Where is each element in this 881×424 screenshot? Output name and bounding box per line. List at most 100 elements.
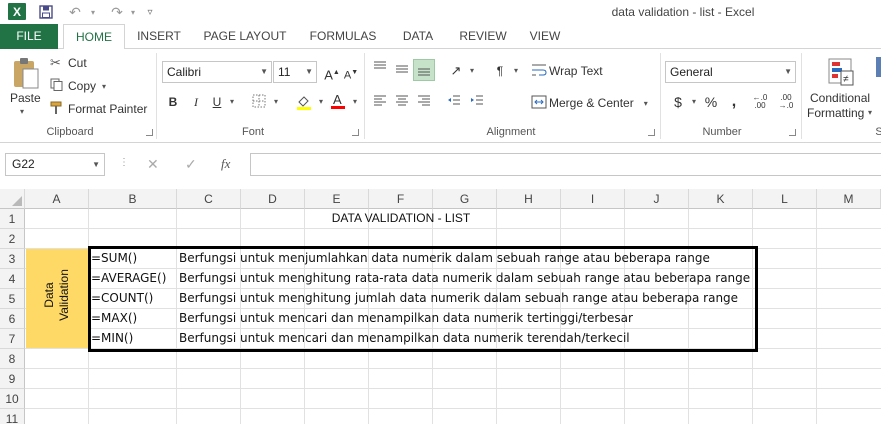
column-header-h[interactable]: H (497, 189, 561, 209)
number-launcher-icon[interactable] (789, 129, 796, 136)
underline-dropdown-icon[interactable]: ▾ (224, 94, 240, 110)
name-box-dropdown-icon[interactable]: ▼ (92, 154, 100, 175)
conditional-formatting-label-2[interactable]: Formatting (807, 106, 864, 120)
tab-review[interactable]: REVIEW (453, 24, 513, 49)
italic-icon[interactable]: I (188, 94, 204, 110)
comma-style-icon[interactable]: , (726, 94, 742, 110)
clipboard-launcher-icon[interactable] (146, 129, 153, 136)
fill-color-icon[interactable] (296, 94, 312, 110)
merge-center-button[interactable]: Merge & Center ▾ (531, 95, 648, 111)
number-format-combo[interactable]: General ▼ (665, 61, 796, 83)
tab-data[interactable]: DATA (393, 24, 443, 49)
formula-bar-grip-icon: ⋮ (119, 157, 129, 168)
format-painter-button[interactable]: Format Painter (50, 101, 147, 117)
column-header-i[interactable]: I (561, 189, 625, 209)
select-all-corner[interactable] (0, 189, 25, 209)
cancel-icon[interactable]: ✕ (147, 156, 159, 173)
fill-color-dropdown-icon[interactable]: ▾ (313, 94, 329, 110)
paste-dropdown-icon[interactable]: ▾ (20, 107, 24, 116)
column-header-k[interactable]: K (689, 189, 753, 209)
tab-file[interactable]: FILE (0, 24, 58, 49)
row-header-6[interactable]: 6 (0, 309, 25, 329)
tab-page-layout[interactable]: PAGE LAYOUT (196, 24, 294, 49)
borders-dropdown-icon[interactable]: ▾ (268, 94, 284, 110)
paste-button[interactable]: Paste (10, 91, 41, 105)
column-header-f[interactable]: F (369, 189, 433, 209)
paste-icon[interactable] (8, 55, 42, 91)
column-header-a[interactable]: A (25, 189, 89, 209)
gridline (25, 408, 881, 409)
row-header-3[interactable]: 3 (0, 249, 25, 269)
name-box[interactable]: G22 ▼ (5, 153, 105, 176)
tab-insert[interactable]: INSERT (130, 24, 188, 49)
align-right-icon[interactable] (416, 94, 432, 110)
column-header-j[interactable]: J (625, 189, 689, 209)
decrease-font-icon[interactable]: A▼ (343, 65, 359, 82)
underline-icon[interactable]: U (209, 94, 225, 110)
column-header-m[interactable]: M (817, 189, 881, 209)
increase-font-icon[interactable]: A▲ (324, 65, 340, 82)
row-header-5[interactable]: 5 (0, 289, 25, 309)
row-header-10[interactable]: 10 (0, 389, 25, 409)
font-name-combo[interactable]: Calibri ▼ (162, 61, 272, 83)
align-bottom-icon[interactable] (413, 59, 435, 81)
percent-icon[interactable]: % (703, 94, 719, 110)
copy-button[interactable]: Copy ▾ (50, 78, 106, 94)
font-launcher-icon[interactable] (352, 129, 359, 136)
font-color-dropdown-icon[interactable]: ▾ (347, 94, 363, 110)
row-header-11[interactable]: 11 (0, 409, 25, 424)
column-header-b[interactable]: B (89, 189, 177, 209)
tab-home[interactable]: HOME (63, 24, 125, 50)
font-color-icon[interactable]: A (330, 92, 346, 109)
column-header-l[interactable]: L (753, 189, 817, 209)
decrease-decimal-icon[interactable]: .00 →.0 (778, 94, 794, 110)
align-top-icon[interactable] (372, 61, 388, 77)
font-size-combo[interactable]: 11 ▼ (273, 61, 317, 83)
orientation-dropdown-icon[interactable]: ▾ (464, 63, 480, 79)
row-header-7[interactable]: 7 (0, 329, 25, 349)
increase-indent-icon[interactable] (469, 94, 485, 110)
align-center-icon[interactable] (394, 94, 410, 110)
insert-function-icon[interactable]: fx (221, 156, 230, 172)
increase-decimal-icon[interactable]: ←.0.00 (752, 94, 768, 110)
tab-view[interactable]: VIEW (522, 24, 568, 49)
formula-input[interactable] (250, 153, 881, 176)
orientation-icon[interactable]: ↗ (448, 63, 464, 79)
ribbon: Paste ▾ ✂ Cut Copy ▾ Format Painter Clip… (0, 49, 881, 143)
alignment-launcher-icon[interactable] (648, 129, 655, 136)
cut-button[interactable]: ✂ Cut (50, 55, 87, 71)
tab-formulas[interactable]: FORMULAS (303, 24, 383, 49)
row-header-8[interactable]: 8 (0, 349, 25, 369)
bold-icon[interactable]: B (165, 94, 181, 110)
align-left-icon[interactable] (372, 94, 388, 110)
wrap-text-button[interactable]: Wrap Text (531, 63, 603, 79)
font-size-dropdown-icon[interactable]: ▼ (305, 62, 313, 82)
conditional-formatting-dropdown-icon[interactable]: ▾ (868, 108, 872, 117)
text-direction-icon[interactable]: ¶ (492, 63, 508, 79)
font-name-dropdown-icon[interactable]: ▼ (260, 62, 268, 82)
column-header-d[interactable]: D (241, 189, 305, 209)
align-middle-icon[interactable] (394, 63, 410, 79)
merge-center-dropdown-icon[interactable]: ▾ (644, 99, 648, 108)
conditional-formatting-icon[interactable]: ≠ (825, 55, 857, 89)
conditional-formatting-label-1[interactable]: Conditional (810, 91, 870, 105)
alignment-group-label: Alignment (486, 126, 536, 138)
row-header-4[interactable]: 4 (0, 269, 25, 289)
column-header-g[interactable]: G (433, 189, 497, 209)
copy-dropdown-icon[interactable]: ▾ (102, 82, 106, 91)
column-header-c[interactable]: C (177, 189, 241, 209)
currency-icon[interactable]: $ (670, 94, 686, 110)
row-header-2[interactable]: 2 (0, 229, 25, 249)
row-header-1[interactable]: 1 (0, 209, 25, 229)
row-header-9[interactable]: 9 (0, 369, 25, 389)
column-header-e[interactable]: E (305, 189, 369, 209)
sheet-title-cell[interactable]: DATA VALIDATION - LIST (305, 211, 497, 225)
borders-icon[interactable] (251, 94, 267, 110)
text-direction-dropdown-icon[interactable]: ▾ (508, 63, 524, 79)
currency-dropdown-icon[interactable]: ▾ (686, 94, 702, 110)
number-format-dropdown-icon[interactable]: ▼ (784, 62, 792, 82)
enter-icon[interactable]: ✓ (185, 156, 197, 173)
decrease-indent-icon[interactable] (446, 94, 462, 110)
gridline (25, 228, 881, 229)
format-as-table-icon[interactable] (876, 57, 881, 77)
